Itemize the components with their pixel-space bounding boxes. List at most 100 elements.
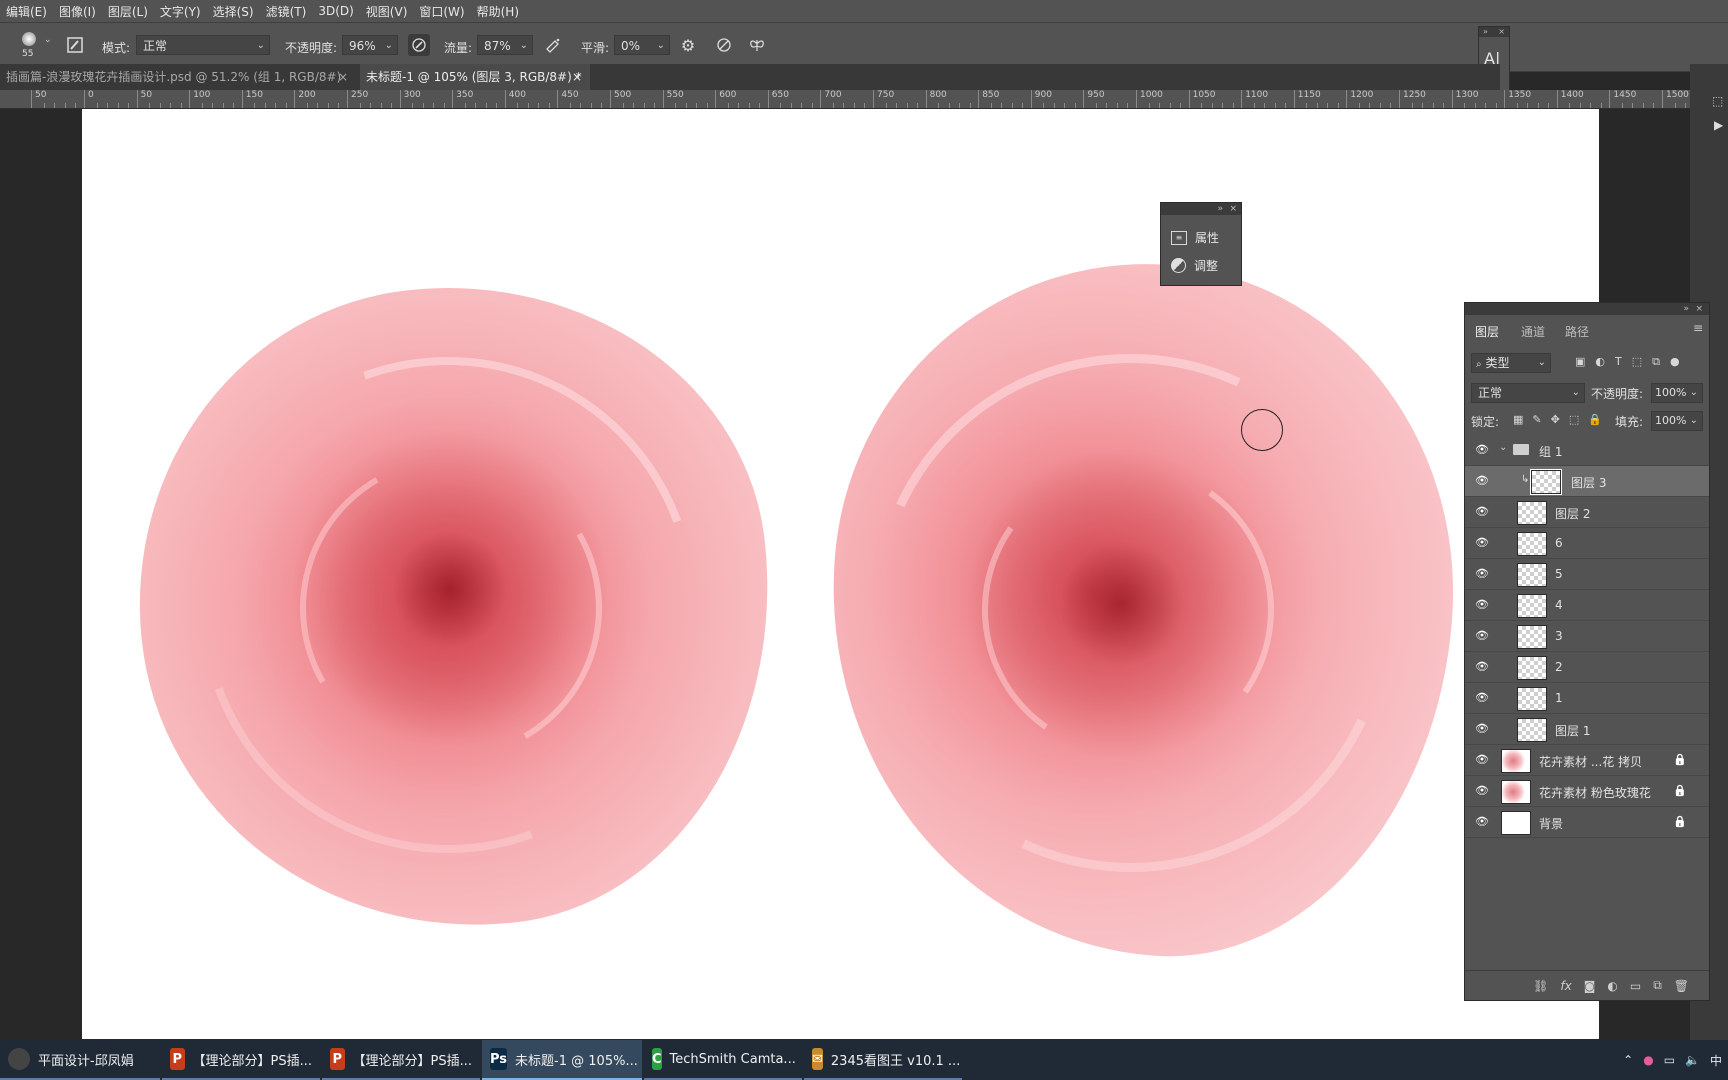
panel-menu-icon[interactable]: ≡: [1693, 321, 1703, 335]
collapse-icon[interactable]: »: [1483, 27, 1488, 37]
taskbar-item[interactable]: 平面设计-邱凤娟: [0, 1040, 160, 1080]
tab-document-2[interactable]: 未标题-1 @ 105% (图层 3, RGB/8#) * ×: [360, 64, 590, 90]
pressure-size-button[interactable]: [713, 34, 735, 56]
tab-document-1[interactable]: 插画篇-浪漫玫瑰花卉插画设计.psd @ 51.2% (组 1, RGB/8#)…: [0, 64, 356, 90]
volume-icon[interactable]: 🔈: [1685, 1053, 1700, 1067]
layer-row[interactable]: 👁 图层 2: [1465, 497, 1709, 528]
menu-image[interactable]: 图像(I): [53, 3, 102, 20]
play-icon[interactable]: ▶: [1714, 118, 1723, 132]
mode-select[interactable]: 正常 ⌄: [136, 35, 270, 55]
layer-opacity-field[interactable]: 100% ⌄: [1651, 383, 1703, 403]
tab-layers[interactable]: 图层: [1475, 323, 1499, 340]
filter-smart-object-icon[interactable]: ⧉: [1652, 355, 1660, 369]
lock-artboard-icon[interactable]: ⬚: [1569, 413, 1579, 426]
lock-pixels-icon[interactable]: ✎: [1532, 413, 1541, 426]
filter-shape-icon[interactable]: ⬚: [1632, 355, 1642, 369]
flow-field[interactable]: 87% ⌄: [477, 35, 533, 55]
layer-row[interactable]: 👁 3: [1465, 621, 1709, 652]
network-icon[interactable]: ▭: [1664, 1053, 1675, 1067]
visibility-eye-icon[interactable]: 👁: [1475, 568, 1489, 580]
filter-pixel-icon[interactable]: ▣: [1575, 355, 1585, 369]
close-icon[interactable]: ×: [1229, 203, 1237, 215]
new-adjustment-icon[interactable]: ◐: [1607, 979, 1617, 993]
visibility-eye-icon[interactable]: 👁: [1475, 475, 1489, 487]
trash-icon[interactable]: 🗑: [1674, 979, 1689, 993]
menu-select[interactable]: 选择(S): [207, 3, 260, 20]
lock-all-icon[interactable]: 🔒: [1588, 413, 1602, 426]
adjustments-button[interactable]: 调整: [1171, 257, 1218, 274]
visibility-eye-icon[interactable]: 👁: [1475, 816, 1489, 828]
visibility-eye-icon[interactable]: 👁: [1475, 444, 1489, 456]
taskbar-item[interactable]: P 【理论部分】PS插...: [162, 1040, 320, 1080]
layer-row[interactable]: 👁 图层 1: [1465, 714, 1709, 745]
new-group-icon[interactable]: ▭: [1630, 979, 1641, 993]
layer-row[interactable]: 👁 花卉素材 ...花 拷贝 🔒: [1465, 745, 1709, 776]
layer-row[interactable]: 👁 5: [1465, 559, 1709, 590]
smoothing-options-button[interactable]: ⚙: [677, 34, 699, 56]
fx-icon[interactable]: fx: [1560, 979, 1571, 993]
taskbar-item[interactable]: ✉ 2345看图王 v10.1 ...: [804, 1040, 962, 1080]
menu-view[interactable]: 视图(V): [360, 3, 414, 20]
fill-field[interactable]: 100% ⌄: [1651, 411, 1703, 431]
layer-row[interactable]: 👁 6: [1465, 528, 1709, 559]
menu-help[interactable]: 帮助(H): [471, 3, 525, 20]
dock-button[interactable]: ⬚: [1712, 94, 1723, 108]
close-icon[interactable]: ×: [338, 64, 348, 90]
layer-row[interactable]: 👁 背景 🔒: [1465, 807, 1709, 838]
menu-window[interactable]: 窗口(W): [413, 3, 470, 20]
layer-row[interactable]: 👁 ⌄ 组 1: [1465, 435, 1709, 466]
lock-transparency-icon[interactable]: ▦: [1513, 413, 1523, 426]
menu-filter[interactable]: 滤镜(T): [260, 3, 313, 20]
collapse-icon[interactable]: »: [1217, 203, 1223, 215]
filter-toggle-icon[interactable]: ●: [1670, 355, 1680, 369]
menu-type[interactable]: 文字(Y): [154, 3, 207, 20]
visibility-eye-icon[interactable]: 👁: [1475, 630, 1489, 642]
menu-edit[interactable]: 编辑(E): [0, 3, 53, 20]
menu-3d[interactable]: 3D(D): [312, 4, 359, 18]
menu-layer[interactable]: 图层(L): [102, 3, 154, 20]
tab-channels[interactable]: 通道: [1521, 323, 1545, 340]
visibility-eye-icon[interactable]: 👁: [1475, 692, 1489, 704]
opacity-field[interactable]: 96% ⌄: [342, 35, 398, 55]
layer-row[interactable]: 👁 花卉素材 粉色玫瑰花 🔒: [1465, 776, 1709, 807]
filter-type-icon[interactable]: T: [1615, 355, 1622, 369]
visibility-eye-icon[interactable]: 👁: [1475, 537, 1489, 549]
pressure-opacity-button[interactable]: [408, 34, 430, 56]
add-mask-icon[interactable]: ◙: [1584, 979, 1596, 993]
taskbar-item[interactable]: Ps 未标题-1 @ 105%...: [482, 1040, 642, 1080]
collapse-icon[interactable]: »: [1683, 303, 1689, 315]
close-icon[interactable]: ×: [1695, 303, 1703, 315]
blend-mode-select[interactable]: 正常 ⌄: [1471, 383, 1585, 403]
visibility-eye-icon[interactable]: 👁: [1475, 661, 1489, 673]
lock-position-icon[interactable]: ✥: [1551, 413, 1560, 426]
layer-row[interactable]: 👁 1: [1465, 683, 1709, 714]
taskbar-item[interactable]: C TechSmith Camta...: [644, 1040, 802, 1080]
visibility-eye-icon[interactable]: 👁: [1475, 506, 1489, 518]
layer-row[interactable]: 👁 ↳ 图层 3: [1465, 466, 1709, 497]
ime-indicator[interactable]: 中: [1710, 1052, 1722, 1069]
taskbar-item[interactable]: P 【理论部分】PS插...: [322, 1040, 480, 1080]
symmetry-button[interactable]: [746, 34, 768, 56]
document-canvas[interactable]: [82, 109, 1599, 1039]
chevron-down-icon[interactable]: ⌄: [1499, 442, 1507, 453]
properties-button[interactable]: ≡ 属性: [1171, 229, 1219, 246]
visibility-eye-icon[interactable]: 👁: [1475, 723, 1489, 735]
visibility-eye-icon[interactable]: 👁: [1475, 754, 1489, 766]
filter-adjustment-icon[interactable]: ◐: [1595, 355, 1605, 369]
close-icon[interactable]: ×: [572, 64, 582, 90]
layer-filter-select[interactable]: ⌕ 类型 ⌄: [1471, 353, 1551, 373]
smooth-field[interactable]: 0% ⌄: [614, 35, 670, 55]
visibility-eye-icon[interactable]: 👁: [1475, 599, 1489, 611]
close-icon[interactable]: ×: [1498, 27, 1505, 37]
brush-panel-toggle[interactable]: [64, 34, 86, 56]
visibility-eye-icon[interactable]: 👁: [1475, 785, 1489, 797]
airbrush-button[interactable]: [542, 34, 564, 56]
brush-preset-picker[interactable]: 55 ⌄: [14, 29, 52, 65]
layer-row[interactable]: 👁 4: [1465, 590, 1709, 621]
tab-paths[interactable]: 路径: [1565, 323, 1589, 340]
link-layers-icon[interactable]: ⛓: [1533, 979, 1548, 993]
chevron-up-icon[interactable]: ⌃: [1623, 1053, 1633, 1067]
tray-app-icon[interactable]: ●: [1643, 1053, 1653, 1067]
new-layer-icon[interactable]: ⧉: [1653, 978, 1662, 993]
layer-row[interactable]: 👁 2: [1465, 652, 1709, 683]
